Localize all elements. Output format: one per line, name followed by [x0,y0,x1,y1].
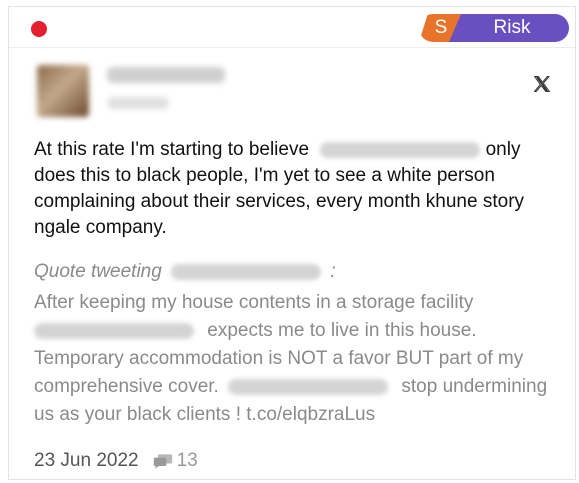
author-name-redacted [107,67,225,83]
comment-icon[interactable] [153,453,173,469]
quoted-text-part1: After keeping my house contents in a sto… [34,292,474,313]
comment-count: 13 [176,450,198,471]
x-logo-icon[interactable] [532,74,552,94]
redacted-mention [34,322,194,339]
quote-prefix: Quote tweeting [34,261,162,282]
post-text-part1: At this rate I'm starting to believe [34,139,310,160]
card-header: S Risk [9,7,575,48]
risk-badge-label: Risk [493,17,531,38]
post-date: 23 Jun 2022 [34,450,139,471]
post-footer: 23 Jun 2022 13 [34,450,198,472]
quoted-post-text: After keeping my house contents in a sto… [34,289,569,429]
post-card: S Risk At this rate I'm starting to beli… [8,6,576,480]
quote-label: Quote tweeting : [34,261,336,283]
avatar[interactable] [37,65,89,117]
quote-suffix: : [330,261,336,282]
redacted-quoted-account [171,263,322,280]
source-tag-label: S [434,17,448,38]
status-dot [31,21,47,37]
post-text: At this rate I'm starting to believe onl… [34,137,564,241]
redacted-mention [320,141,481,158]
author-handle-redacted [107,97,169,109]
redacted-mention [228,378,389,395]
risk-badge[interactable]: Risk [449,14,569,42]
